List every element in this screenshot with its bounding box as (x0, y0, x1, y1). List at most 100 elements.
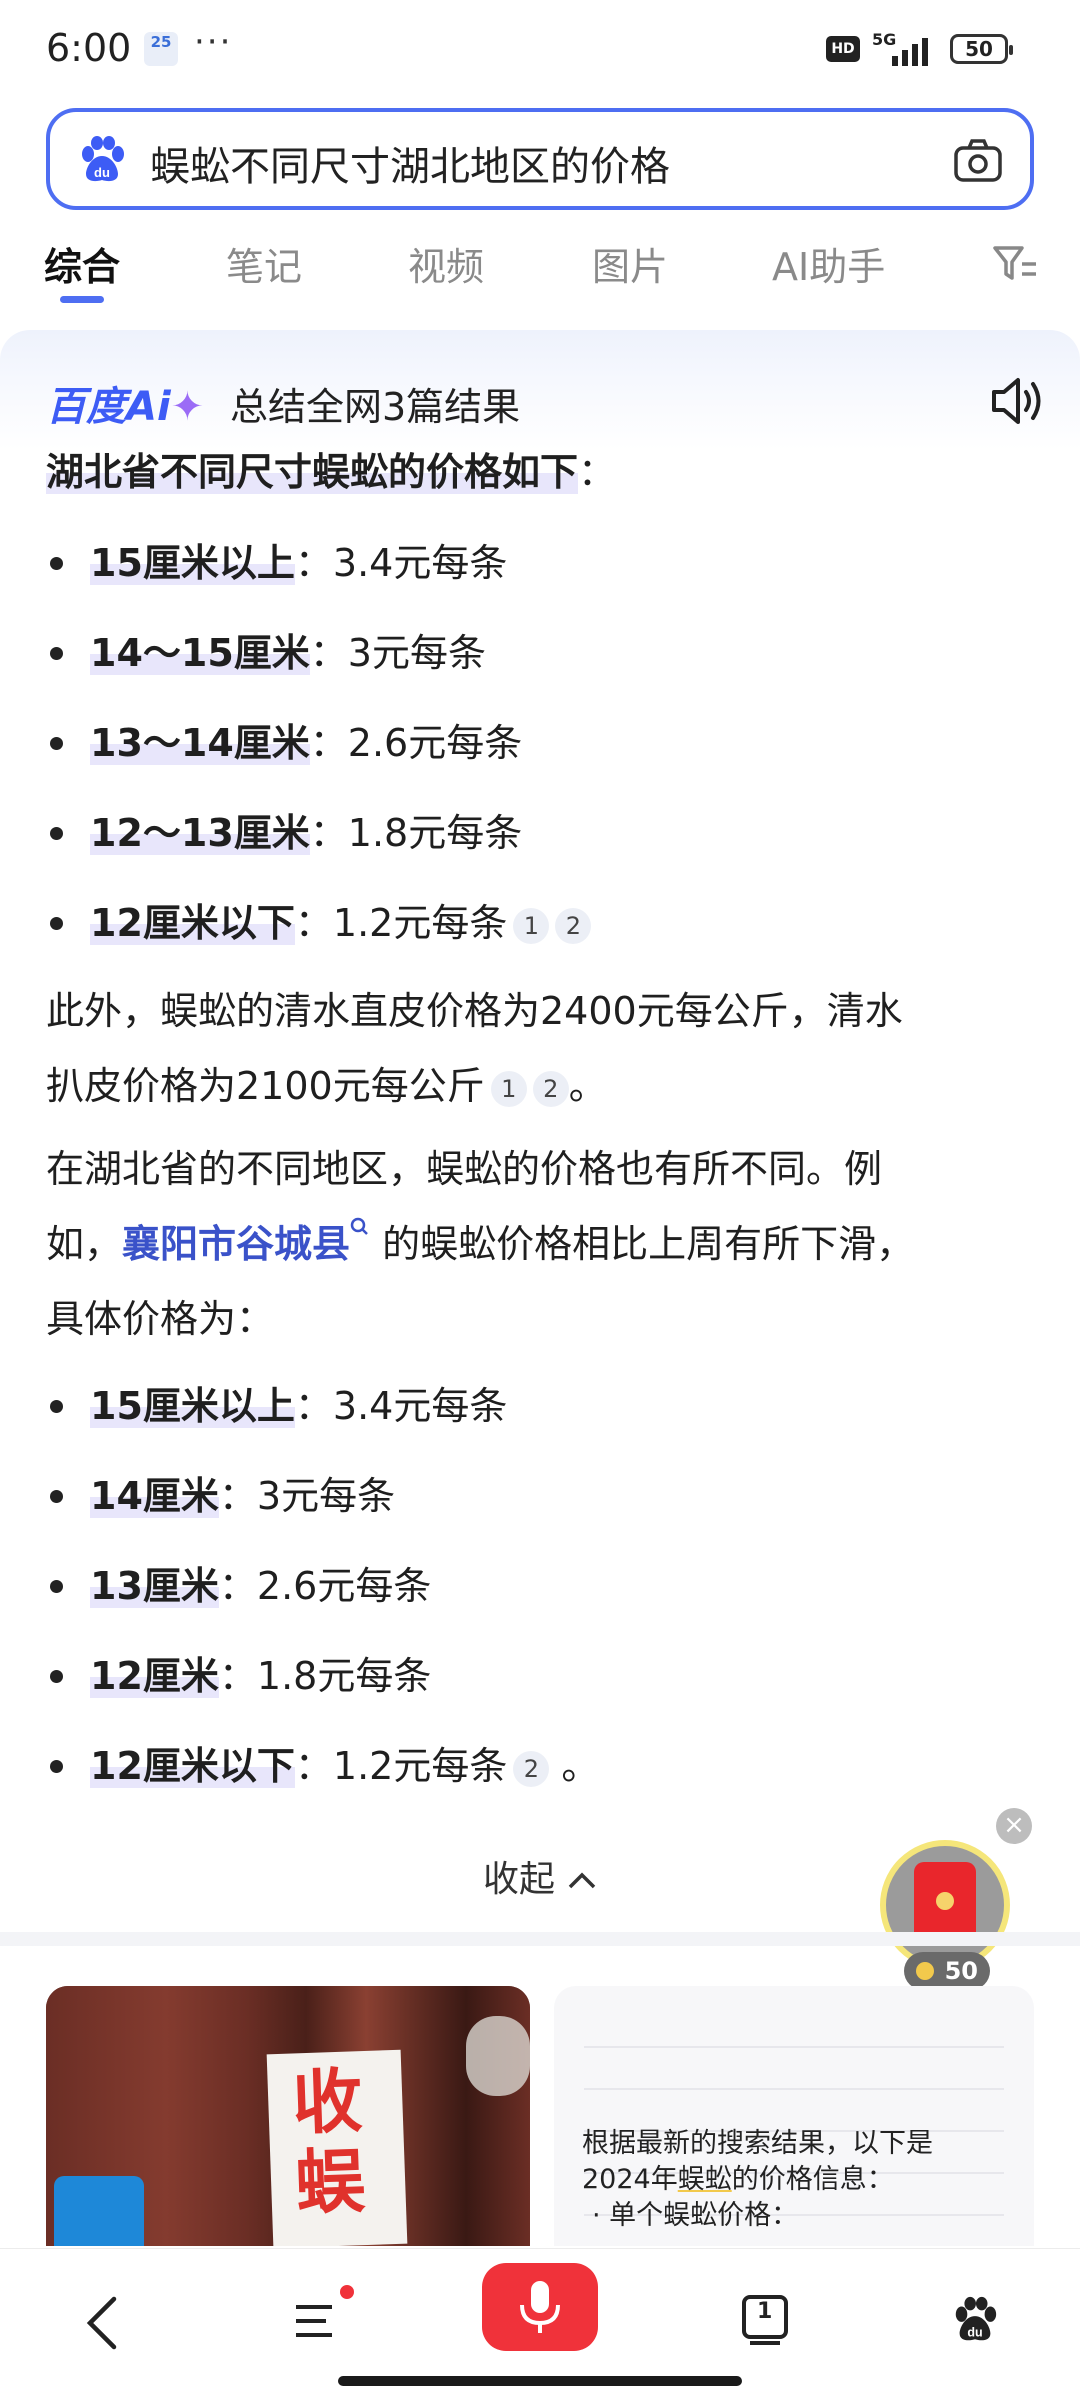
list-item: 15厘米以上：3.4元每条 (46, 518, 1036, 608)
paragraph-line: 具体价格为： (46, 1297, 275, 1341)
list-end: 。 (561, 1744, 600, 1788)
more-notifications-icon: ··· (194, 22, 233, 62)
size-label: 15厘米以上 (90, 1384, 295, 1428)
paragraph-skin-price: 此外，蜈蚣的清水直皮价格为2400元每公斤，清水 扒皮价格为2100元每公斤 1 2… (46, 974, 1036, 1124)
section-divider (0, 1932, 1080, 1946)
price-value: ：3元每条 (218, 1474, 396, 1518)
size-label: 14～15厘米 (90, 631, 310, 675)
hd-icon: HD (826, 36, 860, 62)
price-value: ：3.4元每条 (294, 1384, 508, 1428)
paragraph-line: 如，襄阳市谷城县 的蜈蚣价格相比上周有所下滑， (46, 1207, 1036, 1282)
paragraph-line: 在湖北省的不同地区，蜈蚣的价格也有所不同。例 (46, 1147, 883, 1191)
price-value: ：3元每条 (309, 631, 486, 675)
size-label: 13厘米 (90, 1564, 219, 1608)
ai-answer-content: 湖北省不同尺寸蜈蚣的价格如下： 15厘米以上：3.4元每条 14～15厘米：3元… (46, 440, 1036, 1811)
speaker-icon[interactable] (988, 374, 1046, 428)
tabs-count: 1 (757, 2299, 773, 2324)
status-time: 6:00 (46, 26, 132, 70)
search-box[interactable]: du 蜈蚣不同尺寸湖北地区的价格 (46, 108, 1034, 210)
voice-search-button[interactable] (482, 2263, 598, 2351)
paragraph-text: 如， (46, 1222, 123, 1266)
svg-text:du: du (94, 165, 110, 180)
calendar-icon: 25 (144, 32, 178, 66)
back-icon[interactable] (82, 2293, 122, 2353)
answer-heading: 湖北省不同尺寸蜈蚣的价格如下 (46, 450, 579, 494)
list-item: 12～13厘米：1.8元每条 (46, 788, 1036, 878)
tab-comprehensive[interactable]: 综合 (44, 236, 120, 291)
home-indicator[interactable] (338, 2376, 742, 2386)
list-item: 12厘米以下：1.2元每条 1 2 (46, 878, 1036, 968)
collapse-label: 收起 (482, 1859, 555, 1900)
note-text: 根据最新的搜索结果，以下是 2024年蜈蚣的价格信息： · 单个蜈蚣价格： (582, 2126, 1012, 2234)
note-line: 根据最新的搜索结果，以下是 (582, 2128, 933, 2159)
citation-badge[interactable]: 2 (513, 1750, 550, 1787)
size-label: 14厘米 (90, 1474, 219, 1518)
close-float-button[interactable]: × (996, 1808, 1032, 1844)
note-text-part: 2024年 (582, 2164, 678, 2195)
paragraph-region: 在湖北省的不同地区，蜈蚣的价格也有所不同。例 如，襄阳市谷城县 的蜈蚣价格相比上… (46, 1132, 1036, 1357)
price-value: ：1.8元每条 (218, 1654, 432, 1698)
svg-text:du: du (967, 2325, 982, 2339)
list-item: 12厘米以下：1.2元每条 2 。 (46, 1721, 1036, 1811)
note-line: · 单个蜈蚣价格： (592, 2200, 799, 2231)
size-label: 12厘米以下 (90, 1744, 295, 1788)
price-value: ：3.4元每条 (294, 541, 508, 585)
list-item: 15厘米以上：3.4元每条 (46, 1361, 1036, 1451)
answer-heading-suffix: ： (578, 450, 617, 494)
size-label: 12厘米以下 (90, 901, 295, 945)
search-icon[interactable] (350, 1217, 370, 1243)
search-tabs: 综合 笔记 视频 图片 AI助手 (0, 232, 1080, 312)
ai-card-header: 百度Ai✦ 总结全网3篇结果 (46, 374, 1046, 434)
result-card-image[interactable]: 收 蜈 (46, 1986, 530, 2246)
result-card-note[interactable]: 根据最新的搜索结果，以下是 2024年蜈蚣的价格信息： · 单个蜈蚣价格： (554, 1986, 1034, 2246)
baidu-home-icon[interactable]: du (950, 2295, 1000, 2345)
list-item: 14厘米：3元每条 (46, 1451, 1036, 1541)
coin-count-badge: 50 (904, 1952, 990, 1990)
list-item: 12厘米：1.8元每条 (46, 1631, 1036, 1721)
camera-icon[interactable] (952, 134, 1004, 186)
bag-photo-element (466, 2016, 530, 2096)
tab-videos[interactable]: 视频 (408, 236, 484, 291)
battery-icon: 50 (950, 34, 1013, 64)
citation-badge[interactable]: 2 (532, 1070, 569, 1107)
search-input[interactable]: 蜈蚣不同尺寸湖北地区的价格 (150, 134, 670, 192)
citation-badge[interactable]: 1 (490, 1070, 527, 1107)
list-item: 14～15厘米：3元每条 (46, 608, 1036, 698)
note-line: 2024年蜈蚣的价格信息： (582, 2162, 1012, 2198)
size-label: 15厘米以上 (90, 541, 295, 585)
baidu-logo-icon: du (82, 136, 124, 182)
signal-icon (892, 38, 928, 66)
baidu-ai-logo: 百度Ai✦ (46, 374, 204, 432)
sparkle-icon: ✦ (170, 384, 205, 430)
filter-icon[interactable] (992, 242, 1040, 286)
menu-icon[interactable] (290, 2297, 338, 2345)
sign-photo-element: 收 蜈 (266, 2049, 408, 2246)
paragraph-text: 扒皮价格为2100元每公斤 (46, 1064, 485, 1108)
paragraph-line: 此外，蜈蚣的清水直皮价格为2400元每公斤，清水 (46, 989, 903, 1033)
tab-ai-assistant[interactable]: AI助手 (772, 236, 885, 291)
ai-summary-card: 百度Ai✦ 总结全网3篇结果 湖北省不同尺寸蜈蚣的价格如下： 15厘米以上：3.… (0, 330, 1080, 1930)
citation-badge[interactable]: 1 (513, 907, 550, 944)
region-link[interactable]: 襄阳市谷城县 (122, 1222, 350, 1266)
price-list-region: 15厘米以上：3.4元每条 14厘米：3元每条 13厘米：2.6元每条 12厘米… (46, 1361, 1036, 1811)
paragraph-line: 扒皮价格为2100元每公斤 1 2。 (46, 1049, 1036, 1124)
price-value: ：1.8元每条 (309, 811, 523, 855)
paragraph-end: 。 (568, 1064, 607, 1108)
note-highlight: 蜈蚣 (677, 2164, 732, 2195)
list-item: 13厘米：2.6元每条 (46, 1541, 1036, 1631)
status-bar: 6:00 25 ··· HD 5G 50 (0, 0, 1080, 100)
list-item: 13～14厘米：2.6元每条 (46, 698, 1036, 788)
size-label: 12～13厘米 (90, 811, 310, 855)
citation-badge[interactable]: 2 (555, 907, 592, 944)
paragraph-text: 的蜈蚣价格相比上周有所下滑， (370, 1222, 915, 1266)
price-value: ：1.2元每条 (294, 1744, 508, 1788)
ai-logo-text: 百度Ai (46, 384, 171, 430)
tab-images[interactable]: 图片 (592, 236, 668, 291)
sign-text: 收 蜈 (290, 2060, 367, 2225)
red-packet-button[interactable] (880, 1840, 1010, 1970)
notification-dot (340, 2285, 354, 2299)
tab-notes[interactable]: 笔记 (226, 236, 302, 291)
size-label: 12厘米 (90, 1654, 219, 1698)
note-text-part: 的价格信息： (731, 2164, 894, 2195)
ai-summary-title: 总结全网3篇结果 (230, 385, 521, 429)
